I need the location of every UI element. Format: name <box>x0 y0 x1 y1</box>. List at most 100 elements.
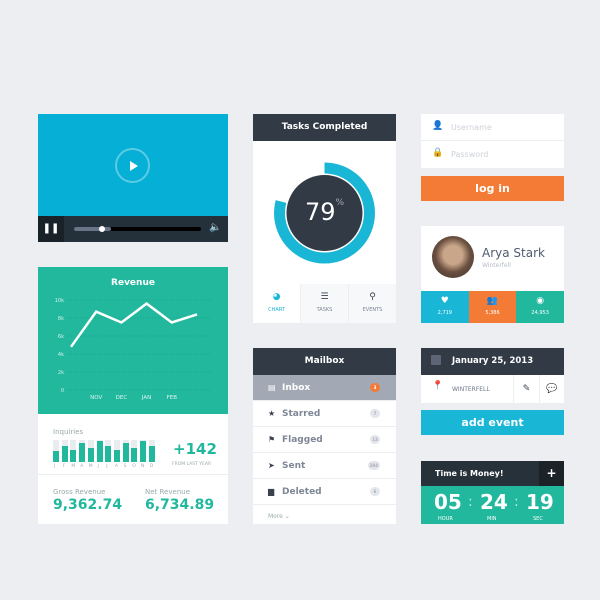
timer-title: Time is Money! <box>435 469 504 478</box>
mailbox-item-starred[interactable]: ★ Starred 7 <box>253 401 396 427</box>
inquiry-bar <box>131 440 138 462</box>
add-button[interactable]: + <box>539 461 564 486</box>
net-revenue-value: 6,734.89 <box>145 497 215 513</box>
mailbox-item-inbox[interactable]: ▤ Inbox 3 <box>253 375 396 401</box>
send-icon: ➤ <box>268 461 275 470</box>
event-card: January 25, 2013 📍 WINTERFELL ✎ 💬 <box>421 348 564 403</box>
stat-users[interactable]: 👥 5,386 <box>468 291 517 323</box>
pie-chart-icon: ◕ <box>272 292 281 302</box>
inquiry-bar <box>96 440 103 462</box>
revenue-line <box>69 302 198 348</box>
count-badge: 13 <box>370 435 380 444</box>
profile-name: Arya Stark <box>482 246 545 260</box>
y-tick-label: 4k <box>58 352 64 358</box>
tab-tasks[interactable]: ☰ TASKS <box>300 284 348 323</box>
comment-icon: 💬 <box>546 384 558 394</box>
inquiries-change: +142 <box>173 440 217 458</box>
inquiry-bar <box>79 440 86 462</box>
heart-icon: ♥ <box>440 296 449 306</box>
eye-icon: ◉ <box>536 296 545 306</box>
seek-handle[interactable] <box>98 226 105 232</box>
inquiry-bar <box>70 440 77 462</box>
inquiry-bar <box>140 440 146 462</box>
username-field[interactable]: 👤 Username <box>421 114 564 141</box>
lock-icon: 🔒 <box>432 148 444 158</box>
event-date: January 25, 2013 <box>452 356 534 366</box>
play-icon <box>130 161 138 171</box>
map-pin-icon: ⚲ <box>369 292 376 302</box>
month-label: M <box>88 464 93 469</box>
min-label: MIN <box>487 516 497 522</box>
x-tick-label: FEB <box>167 395 178 401</box>
profile-location: Winterfell <box>482 262 511 269</box>
add-event-button[interactable]: add event <box>421 410 564 435</box>
mailbox-item-sent[interactable]: ➤ Sent 284 <box>253 453 396 479</box>
play-button[interactable] <box>115 148 150 183</box>
count-badge: 7 <box>370 409 380 418</box>
tab-events[interactable]: ⚲ EVENTS <box>348 284 396 323</box>
inquiries-change-label: FROM LAST YEAR <box>172 462 212 467</box>
inquiries-label: Inquiries <box>53 428 84 436</box>
inquiry-bar <box>105 440 112 462</box>
more-link[interactable]: More ⌄ <box>268 513 290 520</box>
stat-heart[interactable]: ♥ 2,719 <box>421 291 469 323</box>
video-player: ❚❚ 🔈 <box>38 114 228 242</box>
inbox-icon: ▤ <box>268 383 276 392</box>
mailbox-item-deleted[interactable]: ▆ Deleted 6 <box>253 479 396 505</box>
y-tick-label: 10k <box>55 298 64 304</box>
inquiries-chart: JFMAMJJASOND <box>53 440 157 470</box>
stat-eye[interactable]: ◉ 24,953 <box>516 291 564 323</box>
timer-min: 24 <box>480 490 508 514</box>
login-button[interactable]: log in <box>421 176 564 201</box>
trash-icon: ▆ <box>268 487 275 496</box>
gross-revenue-value: 9,362.74 <box>53 497 123 513</box>
comment-button[interactable]: 💬 <box>539 375 564 403</box>
pause-icon: ❚❚ <box>42 223 60 234</box>
inquiry-bar <box>53 440 59 462</box>
count-badge: 3 <box>370 383 380 392</box>
tasks-card: Tasks Completed 79% ◕ CHART ☰ TASKS ⚲ EVENTS <box>253 114 396 323</box>
mailbox-title: Mailbox <box>253 348 396 375</box>
net-revenue-label: Net Revenue <box>145 488 190 496</box>
y-tick-label: 6k <box>58 334 64 340</box>
month-label: A <box>114 464 118 469</box>
volume-icon[interactable]: 🔈 <box>209 222 221 233</box>
calendar-icon <box>431 355 441 365</box>
month-label: J <box>97 464 99 469</box>
month-label: J <box>106 464 108 469</box>
x-tick-label: JAN <box>141 395 151 401</box>
month-label: D <box>149 464 154 469</box>
users-icon: 👥 <box>486 296 499 306</box>
mailbox-card: Mailbox ▤ Inbox 3 ★ Starred 7 ⚑ Flagged 13 ➤ Sent 2… <box>253 348 396 524</box>
list-icon: ☰ <box>320 292 329 302</box>
inquiry-bar <box>61 440 68 462</box>
month-label: A <box>80 464 84 469</box>
inquiry-bar <box>148 440 155 462</box>
password-field[interactable]: 🔒 Password <box>421 141 564 168</box>
flag-icon: ⚑ <box>268 435 276 444</box>
tasks-title: Tasks Completed <box>253 114 396 141</box>
hour-label: HOUR <box>438 516 453 522</box>
count-badge: 284 <box>367 461 380 470</box>
plus-icon: + <box>546 466 557 480</box>
revenue-card: Revenue 0 2k 4k 6k 8k 10k NOV DEC JAN FEB Inquiri… <box>38 267 228 524</box>
x-tick-label: DEC <box>116 395 128 401</box>
y-tick-label: 2k <box>58 370 64 376</box>
tab-chart[interactable]: ◕ CHART <box>253 284 300 323</box>
gross-revenue-label: Gross Revenue <box>53 488 106 496</box>
tasks-percent: 79 <box>304 198 336 226</box>
seek-bar[interactable] <box>74 226 201 232</box>
tasks-tabs: ◕ CHART ☰ TASKS ⚲ EVENTS <box>253 284 396 323</box>
timer-sec: 19 <box>526 490 554 514</box>
inquiry-bar <box>113 440 120 462</box>
user-icon: 👤 <box>432 121 444 131</box>
pause-button[interactable]: ❚❚ <box>38 216 64 242</box>
mailbox-item-flagged[interactable]: ⚑ Flagged 13 <box>253 427 396 453</box>
month-label: M <box>71 464 76 469</box>
avatar[interactable] <box>432 236 474 278</box>
month-label: J <box>54 464 56 469</box>
timer-hour: 05 <box>434 490 462 514</box>
x-tick-label: NOV <box>90 395 102 401</box>
inquiry-bar <box>122 440 129 462</box>
edit-button[interactable]: ✎ <box>513 375 539 403</box>
